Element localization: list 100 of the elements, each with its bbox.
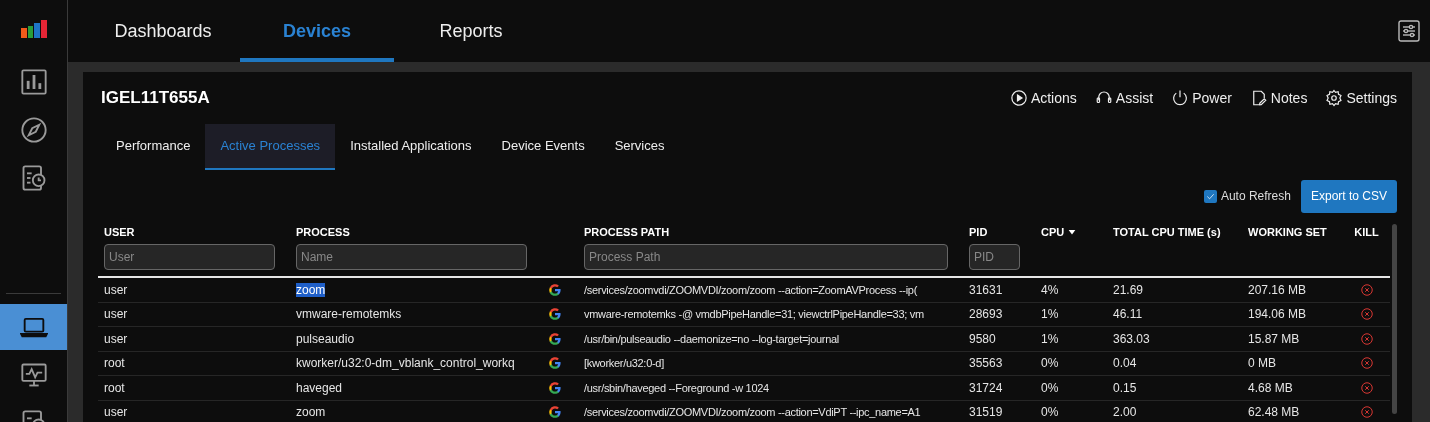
table-cell: root <box>104 356 125 371</box>
device-tab[interactable]: Device Events <box>486 124 600 170</box>
auto-refresh-checkbox[interactable]: Auto Refresh <box>1203 187 1291 205</box>
table-cell: 1% <box>1041 307 1059 322</box>
action-button[interactable]: Assist <box>1094 87 1154 109</box>
column-header[interactable]: TOTAL CPU TIME (s) <box>1113 224 1236 240</box>
column-header[interactable]: CPU <box>1041 224 1101 240</box>
table-cell: 0% <box>1041 356 1059 371</box>
table-cell: 46.11 <box>1113 307 1143 322</box>
kill-button[interactable] <box>1359 331 1374 346</box>
table-row[interactable]: root haveged /usr/sbin/haveged --Foreground -w 1024 31724 0% 0.15 4.68 MB <box>98 376 1390 401</box>
table-cell: 31519 <box>969 405 1003 420</box>
table-cell: 21.69 <box>1113 282 1144 297</box>
close-circle-icon <box>1359 331 1374 346</box>
table-cell: 9580 <box>969 331 996 346</box>
table-cell: 35563 <box>969 356 1003 371</box>
action-button[interactable]: Actions <box>1009 87 1077 109</box>
table-cell: 15.87 MB <box>1248 331 1300 346</box>
table-cell: /usr/sbin/haveged --Foreground -w 1024 <box>584 381 769 394</box>
table-cell: 0% <box>1041 405 1059 420</box>
settings-sliders-icon[interactable] <box>1398 20 1420 42</box>
filter-field[interactable]: User <box>104 244 275 270</box>
table-row[interactable]: root kworker/u32:0-dm_vblank_control_workq [kworker/u32:0-d] 35563 0% 0.04 0 MB <box>98 351 1390 376</box>
device-tab[interactable]: Installed Applications <box>335 124 487 170</box>
column-header[interactable]: PROCESS <box>296 224 536 240</box>
google-icon <box>548 405 562 420</box>
action-button[interactable]: Settings <box>1325 87 1397 109</box>
sidebar-item[interactable] <box>0 304 67 350</box>
filter-field[interactable]: Process Path <box>584 244 948 270</box>
table-cell: 0.15 <box>1113 380 1137 395</box>
table-cell: 0.04 <box>1113 356 1137 371</box>
kill-button[interactable] <box>1359 405 1374 420</box>
table-cell: haveged <box>296 380 343 395</box>
google-icon <box>548 331 562 346</box>
table-cell: vmware-remotemks -@ vmdbPipeHandle=31; viewctrlPipeHandle=33; vm <box>584 308 924 321</box>
play-icon <box>1009 89 1028 107</box>
table-cell: 62.48 MB <box>1248 405 1300 420</box>
checkbox[interactable] <box>1203 189 1217 203</box>
table-cell: 4% <box>1041 282 1059 297</box>
device-tab[interactable]: Active Processes <box>205 124 336 170</box>
table-cell: /usr/bin/pulseaudio --daemonize=no --log-target=journal <box>584 332 839 345</box>
table-cell: zoom <box>296 405 326 420</box>
table-cell: kworker/u32:0-dm_vblank_control_workq <box>296 356 515 371</box>
column-header[interactable]: PID <box>969 224 1029 240</box>
filter-field[interactable]: PID <box>969 244 1020 270</box>
kill-button[interactable] <box>1359 282 1374 297</box>
table-cell: 4.68 MB <box>1248 380 1293 395</box>
table-row[interactable]: user zoom /services/zoomvdi/ZOOMVDI/zoom/zoom --action=VdiPT --ipc_name=A1 31519 0% 2.00 62.48 MB <box>98 400 1390 422</box>
gear-icon <box>1325 89 1344 107</box>
close-circle-icon <box>1359 356 1374 371</box>
close-circle-icon <box>1359 307 1374 322</box>
compass-icon <box>19 116 48 144</box>
logo-icon <box>20 20 47 38</box>
nav-tab[interactable]: Devices <box>240 0 394 62</box>
table-cell: 31631 <box>969 282 1003 297</box>
scrollbar[interactable] <box>1392 224 1397 414</box>
table-cell: user <box>104 307 128 322</box>
nav-tab[interactable]: Dashboards <box>86 0 240 62</box>
table-cell: root <box>104 380 125 395</box>
device-name: IGEL11T655A <box>101 87 210 110</box>
bar-chart-icon <box>19 68 48 96</box>
kill-button[interactable] <box>1359 307 1374 322</box>
google-icon <box>548 282 562 297</box>
table-cell: 363.03 <box>1113 331 1150 346</box>
google-icon <box>548 356 562 371</box>
table-cell: 0% <box>1041 380 1059 395</box>
close-circle-icon <box>1359 282 1374 297</box>
table-row[interactable]: user pulseaudio /usr/bin/pulseaudio --daemonize=no --log-target=journal 9580 1% 363.03 15.87 MB <box>98 327 1390 352</box>
device-tab[interactable]: Services <box>599 124 680 170</box>
google-icon <box>548 307 562 322</box>
table-cell: user <box>104 282 128 297</box>
column-header[interactable]: USER <box>104 224 284 240</box>
google-icon <box>548 380 562 395</box>
kill-button[interactable] <box>1359 356 1374 371</box>
table-cell: /services/zoomvdi/ZOOMVDI/zoom/zoom --action=ZoomAVProcess --ip( <box>584 283 917 296</box>
table-cell: 194.06 MB <box>1248 307 1307 322</box>
table-cell: 31724 <box>969 380 1003 395</box>
nav-tab[interactable]: Reports <box>394 0 548 62</box>
table-cell: 0 MB <box>1248 356 1276 371</box>
filter-field[interactable]: Name <box>296 244 527 270</box>
export-csv-button[interactable]: Export to CSV <box>1300 179 1397 213</box>
device-tab[interactable]: Performance <box>101 124 206 170</box>
table-row[interactable]: user zoom /services/zoomvdi/ZOOMVDI/zoom/zoom --action=ZoomAVProcess --ip( 31631 4% 21.69 207.16 MB <box>98 278 1390 303</box>
table-cell: /services/zoomvdi/ZOOMVDI/zoom/zoom --action=VdiPT --ipc_name=A1 <box>584 406 921 419</box>
monitor-pulse-icon <box>19 361 48 389</box>
column-header[interactable]: KILL <box>1349 224 1384 240</box>
action-button[interactable]: Notes <box>1249 87 1308 109</box>
power-icon <box>1171 89 1190 107</box>
table-cell: 28693 <box>969 307 1003 322</box>
table-cell: 2.00 <box>1113 405 1137 420</box>
table-cell: vmware-remotemks <box>296 307 402 322</box>
action-button[interactable]: Power <box>1171 87 1232 109</box>
kill-button[interactable] <box>1359 380 1374 395</box>
table-cell: zoom <box>296 282 326 297</box>
table-cell: user <box>104 331 128 346</box>
table-cell: pulseaudio <box>296 331 355 346</box>
column-header[interactable]: WORKING SET <box>1248 224 1337 240</box>
table-cell: user <box>104 405 128 420</box>
column-header[interactable]: PROCESS PATH <box>584 224 957 240</box>
table-row[interactable]: user vmware-remotemks vmware-remotemks -@ vmdbPipeHandle=31; viewctrlPipeHandle=33; vm 28693 1% 46.11 194.06 MB <box>98 302 1390 327</box>
